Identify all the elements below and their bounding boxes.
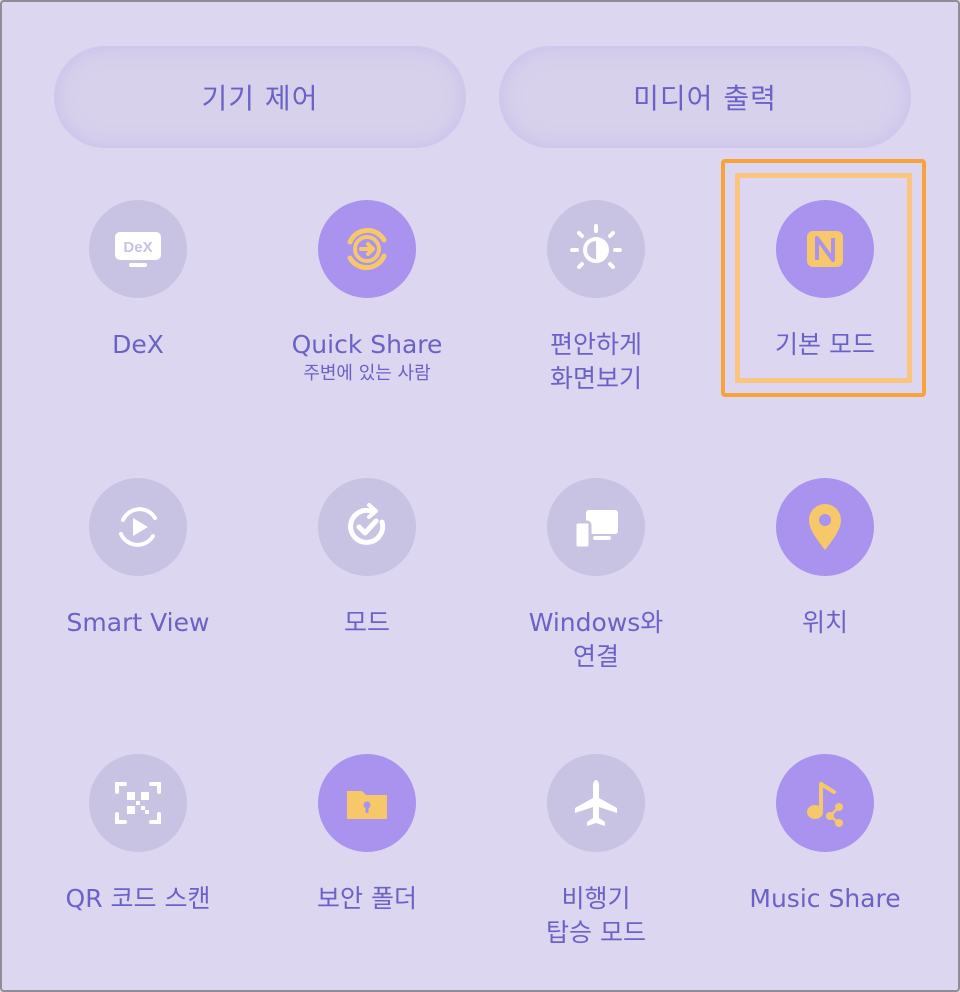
airplane-toggle[interactable] bbox=[547, 754, 645, 852]
svg-text:DeX: DeX bbox=[123, 239, 152, 256]
tile-label: Quick Share bbox=[291, 330, 443, 359]
tile-eye-comfort[interactable]: 편안하게 화면보기 bbox=[481, 200, 711, 396]
tile-label: Music Share bbox=[749, 884, 901, 913]
device-control-button[interactable]: 기기 제어 bbox=[54, 46, 466, 148]
tile-sublabel: 주변에 있는 사람 bbox=[303, 363, 431, 384]
tile-label: 편안하게 화면보기 bbox=[549, 330, 642, 393]
tile-label: DeX bbox=[112, 330, 164, 359]
dex-toggle[interactable]: DeX bbox=[89, 200, 187, 298]
smart-view-icon bbox=[119, 507, 157, 547]
link-windows-toggle[interactable] bbox=[547, 478, 645, 576]
quick-share-toggle[interactable] bbox=[318, 200, 416, 298]
tile-label: 위치 bbox=[801, 608, 848, 637]
music-share-toggle[interactable] bbox=[776, 754, 874, 852]
modes-icon bbox=[348, 503, 386, 545]
tile-location[interactable]: 위치 bbox=[710, 478, 940, 640]
music-share-icon bbox=[807, 782, 843, 827]
secure-folder-toggle[interactable] bbox=[318, 754, 416, 852]
tile-label: 보안 폴더 bbox=[317, 884, 417, 913]
tile-label: 모드 bbox=[343, 608, 390, 637]
eye-comfort-toggle[interactable] bbox=[547, 200, 645, 298]
quick-panel: 기기 제어 미디어 출력 DeX DeX Quick Share 주변에 있는 … bbox=[0, 0, 960, 992]
tile-label: Windows와 연결 bbox=[528, 608, 664, 671]
link-windows-icon bbox=[573, 510, 618, 550]
tile-link-windows[interactable]: Windows와 연결 bbox=[481, 478, 711, 674]
tile-dex[interactable]: DeX DeX bbox=[23, 200, 253, 362]
quick-share-icon bbox=[347, 227, 387, 271]
tile-label: QR 코드 스캔 bbox=[65, 884, 211, 913]
location-toggle[interactable] bbox=[776, 478, 874, 576]
modes-toggle[interactable] bbox=[318, 478, 416, 576]
qr-scan-toggle[interactable] bbox=[89, 754, 187, 852]
device-control-label: 기기 제어 bbox=[201, 82, 319, 115]
tile-smart-view[interactable]: Smart View bbox=[23, 478, 253, 640]
tile-quick-share[interactable]: Quick Share 주변에 있는 사람 bbox=[252, 200, 482, 386]
eye-comfort-icon bbox=[570, 224, 622, 269]
media-output-label: 미디어 출력 bbox=[633, 82, 777, 115]
tile-secure-folder[interactable]: 보안 폴더 bbox=[252, 754, 482, 916]
qr-scan-icon bbox=[115, 782, 161, 824]
highlight-inner-border bbox=[735, 173, 912, 383]
tile-airplane[interactable]: 비행기 탑승 모드 bbox=[481, 754, 711, 950]
tile-qr-scan[interactable]: QR 코드 스캔 bbox=[23, 754, 253, 916]
location-icon bbox=[809, 504, 841, 550]
tile-music-share[interactable]: Music Share bbox=[710, 754, 940, 916]
airplane-icon bbox=[575, 780, 617, 826]
secure-folder-icon bbox=[347, 791, 387, 819]
media-output-button[interactable]: 미디어 출력 bbox=[499, 46, 911, 148]
highlight-box bbox=[721, 159, 926, 397]
smart-view-toggle[interactable] bbox=[89, 478, 187, 576]
tile-modes[interactable]: 모드 bbox=[252, 478, 482, 640]
tile-label: 비행기 탑승 모드 bbox=[546, 884, 646, 947]
tile-label: Smart View bbox=[66, 608, 210, 637]
dex-icon: DeX bbox=[115, 232, 161, 267]
